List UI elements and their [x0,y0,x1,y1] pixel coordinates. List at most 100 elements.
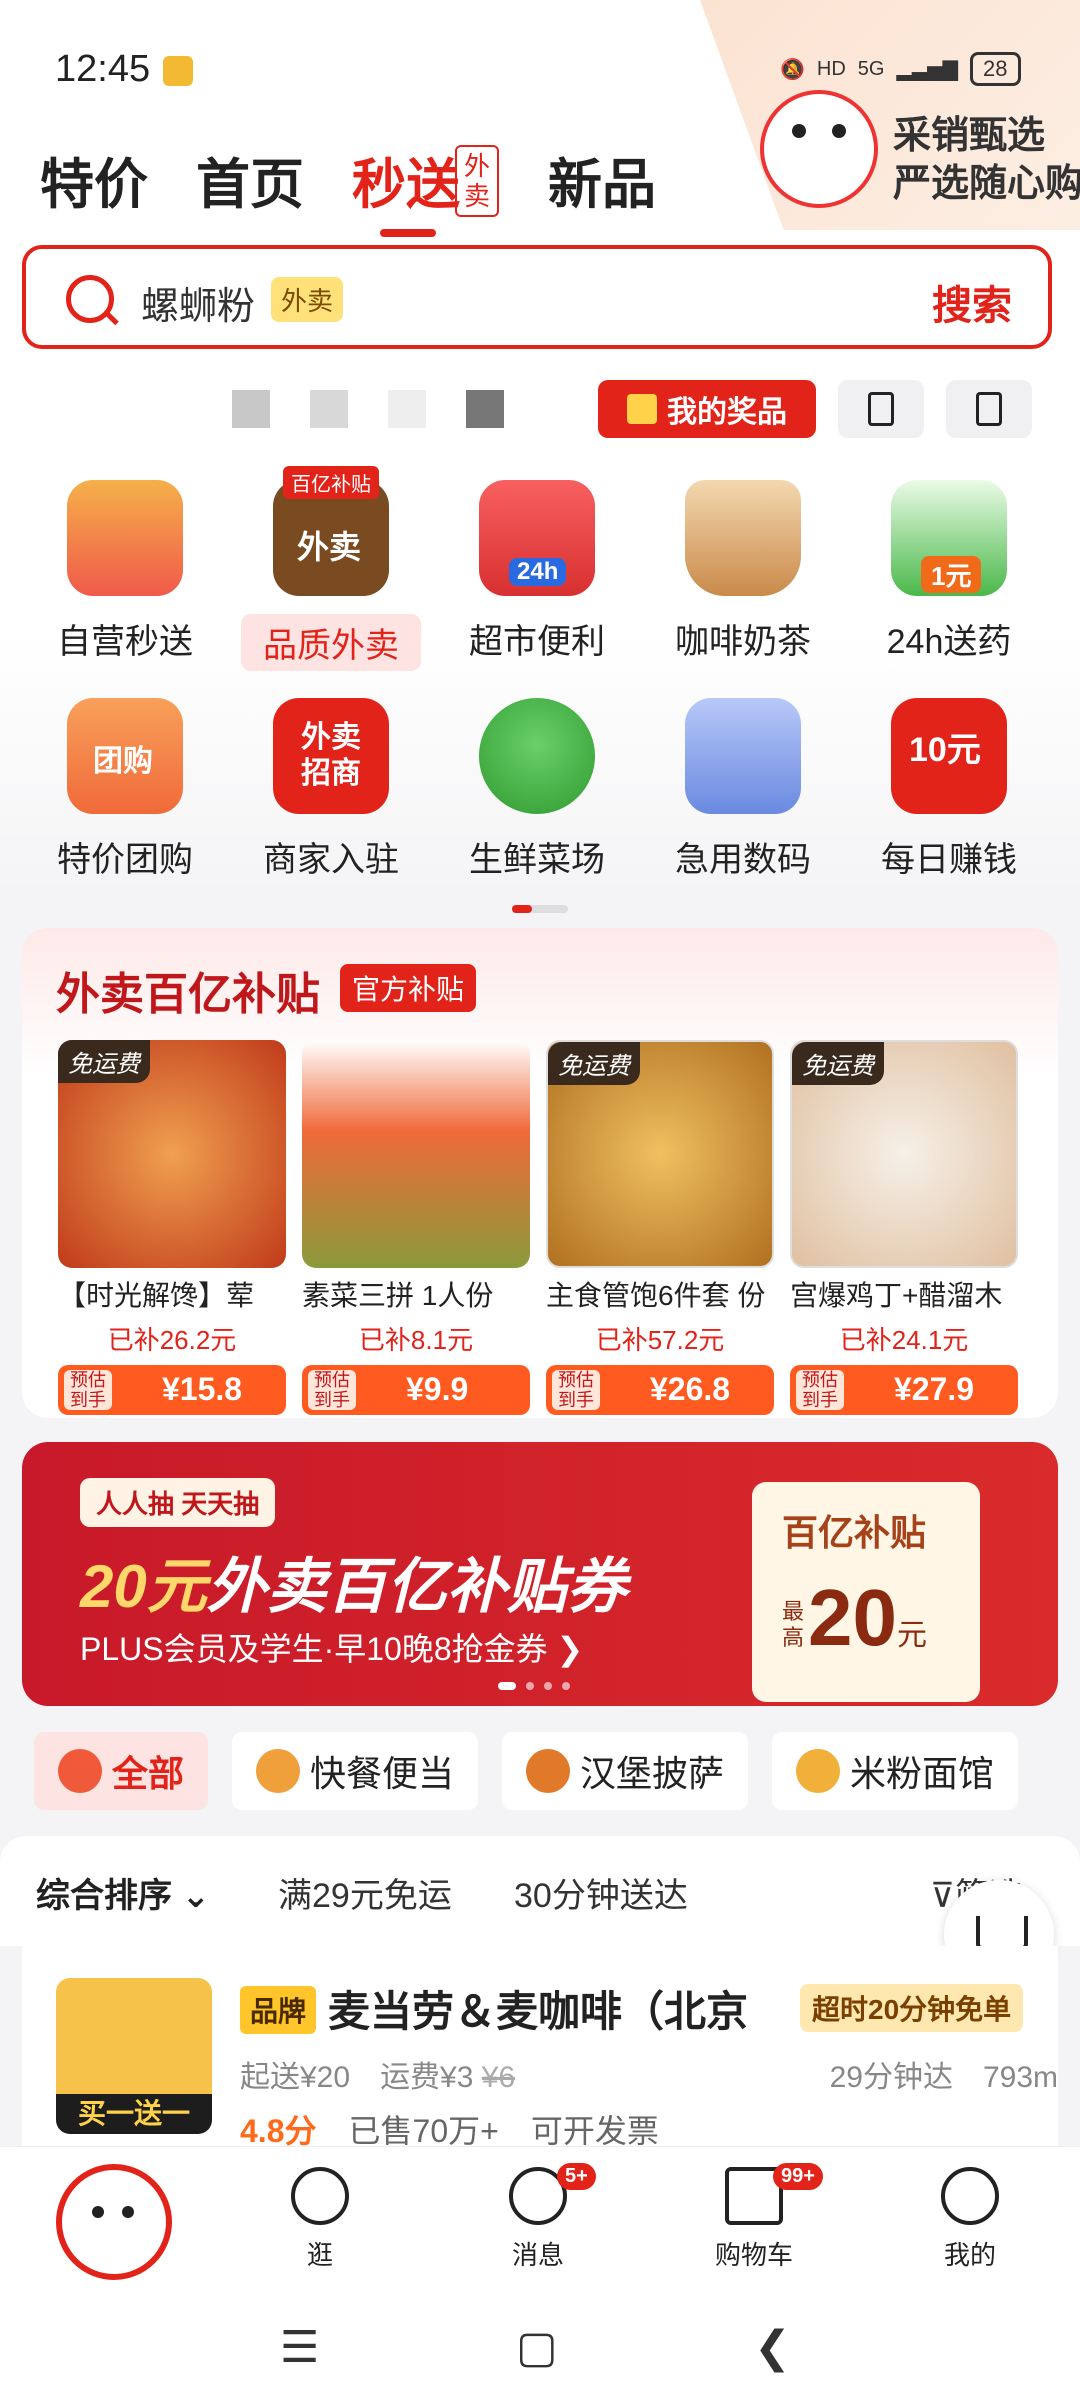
late-free-badge: 超时20分钟免单 [800,1984,1024,2032]
chip-label: 全部 [112,1753,185,1794]
product-subsidy: 已补24.1元 [839,1325,969,1355]
home-mascot-button[interactable] [56,2164,172,2280]
product-image [302,1040,530,1268]
nav-guang[interactable]: 逛 [250,2167,390,2272]
subsidy-card[interactable]: 外卖百亿补贴 官方补贴 免运费 【时光解馋】荤 已补26.2元 预估到手 ¥15… [22,928,1058,1418]
burger-icon [526,1749,571,1793]
chip-label: 汉堡披萨 [580,1753,725,1794]
price-amount: ¥27.9 [894,1371,975,1407]
tab-new[interactable]: 新品 [548,140,656,219]
store-icon: 24h [479,480,595,596]
product-name: 【时光解馋】荤 [58,1280,255,1311]
store-item[interactable]: 买一送一 品牌 麦当劳＆麦咖啡（北京 超时20分钟免单 起送¥20 运费¥3 ¥… [22,1946,1058,2149]
delivery-fee: 运费¥3 [380,2061,474,2094]
product-subsidy: 已补8.1元 [358,1325,474,1355]
category-coffee[interactable]: 咖啡奶茶 [640,480,846,663]
tab-home[interactable]: 首页 [196,140,304,219]
category-label: 咖啡奶茶 [675,623,811,661]
nav-label: 购物车 [714,2240,793,2270]
invoice: 可开发票 [530,2113,659,2149]
sort-dropdown[interactable]: 综合排序 ⌄ [36,1868,210,1917]
category-group-buy[interactable]: 团购 特价团购 [22,698,228,881]
indicator-dot [498,1682,516,1690]
status-icons: 🔕 HD 5G ▂▃▅▇ 28 [780,52,1021,86]
order-list-button[interactable] [838,380,924,438]
icon-text: 团购 [93,745,153,778]
product-image: 免运费 [546,1040,774,1268]
medicine-icon: 1元 [891,480,1007,596]
category-supermarket[interactable]: 24h 超市便利 [434,480,640,663]
nav-label: 逛 [306,2240,333,2270]
rating: 4.8分 [240,2113,317,2149]
banner-title: 20元外卖百亿补贴券 [80,1538,627,1625]
banner-tag: 人人抽 天天抽 [80,1478,276,1527]
device-icon [976,392,1002,426]
sort-bar: 综合排序 ⌄ 满29元免运 30分钟送达 ⊽筛选 [0,1836,1080,1946]
filter-free-ship[interactable]: 满29元免运 [278,1868,452,1917]
product-image: 免运费 [58,1040,286,1268]
promo-text[interactable]: 采销甄选 严选随心购 [893,112,1080,208]
chip-burger[interactable]: 汉堡披萨 [502,1732,749,1810]
banner-page-indicator [498,1682,570,1690]
store-eta: 29分钟达 793m [830,2052,1058,2096]
tab-tejia[interactable]: 特价 [40,140,148,219]
coupon-title: 百亿补贴 [782,1512,927,1553]
placeholder-blocks [232,390,504,428]
product-card[interactable]: 免运费 主食管饱6件套 份 已补57.2元 预估到手 ¥26.8 [546,1040,774,1415]
product-card[interactable]: 免运费 宫爆鸡丁+醋溜木 已补24.1元 预估到手 ¥27.9 [790,1040,1018,1415]
signal-icon: ▂▃▅▇ [896,58,959,81]
chip-noodle[interactable]: 米粉面馆 [772,1732,1019,1810]
category-merchant[interactable]: 外卖招商 商家入驻 [228,698,434,881]
store-fees: 起送¥20 运费¥3 ¥6 [240,2052,515,2096]
grid-page-indicator [512,905,568,913]
category-label: 每日赚钱 [881,841,1017,879]
category-digital[interactable]: 急用数码 [640,698,846,881]
nav-mine[interactable]: 我的 [900,2167,1040,2272]
tab-miaosong[interactable]: 秒送 [352,140,460,237]
product-price-button[interactable]: 预估到手 ¥15.8 [58,1365,286,1415]
chip-bento[interactable]: 快餐便当 [232,1732,479,1810]
store-image-promo: 买一送一 [56,2094,212,2134]
coupon-prefix: 最高 [782,1599,805,1650]
product-price-button[interactable]: 预估到手 ¥9.9 [302,1365,530,1415]
merchant-bag-icon: 外卖招商 [273,698,389,814]
back-icon[interactable]: ❮ [754,2322,791,2373]
nav-cart[interactable]: 99+ 购物车 [684,2163,824,2272]
product-card[interactable]: 素菜三拼 1人份 已补8.1元 预估到手 ¥9.9 [302,1040,530,1415]
product-name: 素菜三拼 1人份 [302,1280,494,1311]
my-prizes-button[interactable]: 我的奖品 [598,380,816,438]
product-card[interactable]: 免运费 【时光解馋】荤 已补26.2元 预估到手 ¥15.8 [58,1040,286,1415]
price-amount: ¥26.8 [650,1371,731,1407]
nav-messages[interactable]: 5+ 消息 [468,2163,608,2272]
chip-all[interactable]: 全部 [34,1732,209,1810]
status-time: 12:45 [55,48,151,90]
category-label: 24h送药 [886,623,1012,661]
category-fresh[interactable]: 生鲜菜场 [434,698,640,881]
product-image: 免运费 [790,1040,1018,1268]
search-button[interactable]: 搜索 [932,273,1012,331]
coupon-banner[interactable]: 人人抽 天天抽 20元外卖百亿补贴券 PLUS会员及学生·早10晚8抢金券 ❯ … [22,1442,1058,1706]
meishi-icon [58,1749,102,1793]
coupon-card[interactable]: 百亿补贴 最高20元 [752,1482,980,1702]
product-price-button[interactable]: 预估到手 ¥27.9 [790,1365,1018,1415]
filter-30min[interactable]: 30分钟送达 [514,1868,688,1917]
home-square-icon[interactable]: ▢ [516,2322,558,2373]
placeholder-block [388,390,426,428]
category-zy-miaosong[interactable]: 自营秒送 [22,480,228,663]
menu-icon[interactable]: ☰ [280,2322,319,2373]
category-medicine[interactable]: 1元 24h送药 [846,480,1052,663]
search-tag: 外卖 [271,277,344,322]
search-bar[interactable]: 螺蛳粉 外卖 搜索 [22,245,1052,349]
category-pinzhi-waimai[interactable]: 百亿补贴 外卖 品质外卖 [228,466,434,671]
tablet-button[interactable] [946,380,1032,438]
promo-line1: 采销甄选 [893,115,1046,157]
search-input[interactable]: 螺蛳粉 [141,275,255,330]
list-icon [868,392,894,426]
min-order: 起送¥20 [240,2061,351,2094]
store-name: 麦当劳＆麦咖啡（北京 [328,1988,749,2035]
category-earn[interactable]: 10元 每日赚钱 [846,698,1052,881]
my-prizes-label: 我的奖品 [667,396,787,429]
nav-label: 我的 [943,2240,996,2270]
sold-count: 已售70万+ [348,2113,499,2149]
product-price-button[interactable]: 预估到手 ¥26.8 [546,1365,774,1415]
